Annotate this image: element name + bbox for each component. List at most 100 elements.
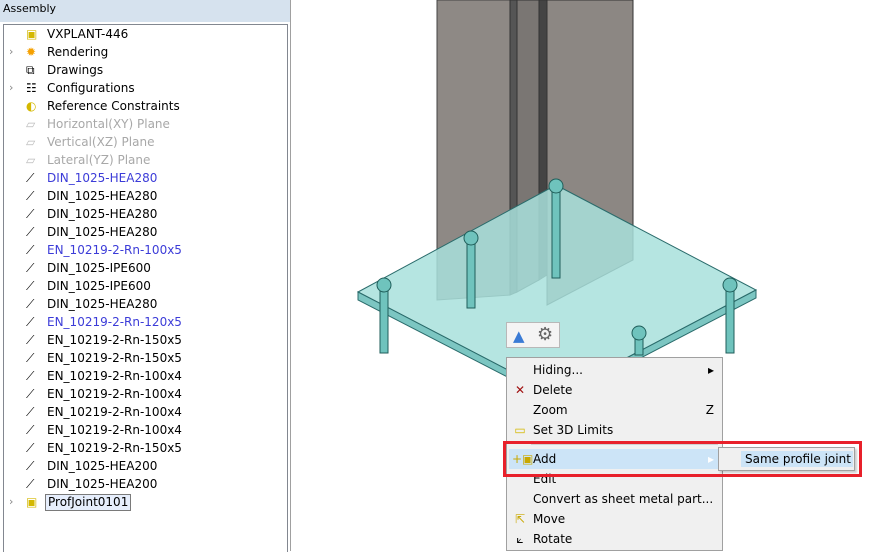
tree-item[interactable]: ▱ Lateral(YZ) Plane [4,151,284,169]
tree-item-label: DIN_1025-HEA200 [47,477,158,491]
assembly-icon: ▣ [26,27,38,41]
tree-item[interactable]: ▱ Vertical(XZ) Plane [4,133,284,151]
profile-icon: ⟋ [26,207,35,221]
drawings-icon: ⧉ [26,63,35,77]
menu-item-set-3d-limits[interactable]: ▭ Set 3D Limits [509,420,720,440]
tree-item[interactable]: ⟋ EN_10219-2-Rn-120x5 [4,313,284,331]
tree-item-label: Drawings [47,63,104,77]
tree-item-label: Reference Constraints [47,99,180,113]
tree-item[interactable]: ⟋ EN_10219-2-Rn-100x5 [4,241,284,259]
tree-item[interactable]: ⟋ EN_10219-2-Rn-150x5 [4,439,284,457]
tree-item-label: DIN_1025-HEA280 [47,297,158,311]
profile-icon: ⟋ [26,297,35,311]
tree-item-label: DIN_1025-IPE600 [47,261,151,275]
profile-icon: ⟋ [26,369,35,383]
limits-icon: ▭ [514,423,526,437]
tree-item-label: Vertical(XZ) Plane [47,135,155,149]
tree-item[interactable]: ⟋ EN_10219-2-Rn-100x4 [4,367,284,385]
tree-item[interactable]: ⟋ EN_10219-2-Rn-100x4 [4,403,284,421]
triangle-icon[interactable]: ▲ [513,327,525,345]
shortcut-key: Z [705,403,714,417]
profile-icon: ⟋ [26,189,35,203]
tree-item[interactable]: ▣ VXPLANT-446 [4,25,284,43]
panel-title: Assembly [0,0,290,22]
tree-item-label: EN_10219-2-Rn-100x4 [47,369,182,383]
menu-item-zoom[interactable]: Zoom Z [509,400,720,420]
menu-item-label: Add [533,452,557,466]
add-submenu: Same profile joint [718,447,855,471]
profile-icon: ⟋ [26,477,35,491]
profile-icon: ⟋ [26,315,35,329]
tree-item-label: DIN_1025-HEA280 [47,225,158,239]
tree-item[interactable]: ⟋ DIN_1025-HEA200 [4,475,284,493]
tree-item[interactable]: ⟋ EN_10219-2-Rn-150x5 [4,331,284,349]
profile-icon: ⟋ [26,261,35,275]
assembly-icon: ▣ [26,495,38,509]
profile-icon: ⟋ [26,387,35,401]
tree-item[interactable]: ⟋ DIN_1025-HEA280 [4,223,284,241]
menu-separator [531,444,718,445]
menu-item-label: Delete [533,383,573,397]
tree-item-label: EN_10219-2-Rn-150x5 [47,333,182,347]
tree-item[interactable]: ◐ Reference Constraints [4,97,284,115]
tree-item-label: EN_10219-2-Rn-150x5 [47,441,182,455]
menu-item-label: Rotate [533,532,573,546]
menu-item-same-profile-joint[interactable]: Same profile joint [741,451,853,467]
configurations-icon: ☷ [26,81,37,95]
assembly-panel: Assembly ▣ VXPLANT-446 › ✹ Rendering ⧉ Drawing… [0,0,291,552]
gear-icon[interactable]: ⚙ [537,324,553,345]
menu-item-delete[interactable]: ✕ Delete [509,380,720,400]
tree-item[interactable]: ⟋ DIN_1025-HEA280 [4,187,284,205]
menu-item-edit[interactable]: Edit [509,469,720,489]
tree-item[interactable]: ⟋ DIN_1025-IPE600 [4,277,284,295]
menu-item-add[interactable]: +▣ Add ▸ [509,449,720,469]
tree-item-label: DIN_1025-IPE600 [47,279,151,293]
context-menu: Hiding... ▸ ✕ Delete Zoom Z ▭ Set 3D Limits +▣ Ad… [506,357,723,551]
plane-icon: ▱ [26,117,36,131]
assembly-tree[interactable]: ▣ VXPLANT-446 › ✹ Rendering ⧉ Drawings › ☷ Config… [3,24,288,552]
profile-icon: ⟋ [26,171,35,185]
tree-item-label: EN_10219-2-Rn-150x5 [47,351,182,365]
submenu-arrow-icon: ▸ [707,452,714,466]
tree-item[interactable]: ⟋ EN_10219-2-Rn-100x4 [4,385,284,403]
profile-icon: ⟋ [26,405,35,419]
rotate-icon: ⟀ [516,532,524,546]
expand-chevron-icon[interactable]: › [9,43,13,61]
delete-icon: ✕ [514,383,526,397]
move-icon: ⇱ [514,512,526,526]
tree-item-label: VXPLANT-446 [47,27,129,41]
plane-icon: ▱ [26,135,36,149]
menu-item-label: Edit [533,472,557,486]
tree-item[interactable]: ⟋ DIN_1025-HEA280 [4,295,284,313]
tree-item[interactable]: ⟋ DIN_1025-IPE600 [4,259,284,277]
tree-item-label: DIN_1025-HEA200 [47,459,158,473]
constraint-icon: ◐ [26,99,37,113]
menu-item-label: Hiding... [533,363,583,377]
tree-item[interactable]: ⧉ Drawings [4,61,284,79]
tree-item-label: DIN_1025-HEA280 [47,189,158,203]
menu-item-move[interactable]: ⇱ Move [509,509,720,529]
menu-item-hiding[interactable]: Hiding... ▸ [509,360,720,380]
tree-item[interactable]: ⟋ DIN_1025-HEA280 [4,169,284,187]
sun-icon: ✹ [26,45,37,59]
menu-item-label: Zoom [533,403,568,417]
tree-item[interactable]: › ✹ Rendering [4,43,284,61]
tree-item[interactable]: ⟋ EN_10219-2-Rn-100x4 [4,421,284,439]
tree-item[interactable]: ▱ Horizontal(XY) Plane [4,115,284,133]
tree-item[interactable]: › ▣ ProfJoint0101 [4,493,284,511]
tree-item[interactable]: › ☷ Configurations [4,79,284,97]
menu-item-rotate[interactable]: ⟀ Rotate [509,529,720,549]
tree-item[interactable]: ⟋ DIN_1025-HEA280 [4,205,284,223]
tree-item[interactable]: ⟋ EN_10219-2-Rn-150x5 [4,349,284,367]
menu-item-label: Move [533,512,566,526]
expand-chevron-icon[interactable]: › [9,493,13,511]
profile-icon: ⟋ [26,423,35,437]
tree-item-label: EN_10219-2-Rn-120x5 [47,315,182,329]
profile-icon: ⟋ [26,459,35,473]
menu-item-convert-as-sheet-metal-part[interactable]: Convert as sheet metal part... [509,489,720,509]
plane-icon: ▱ [26,153,36,167]
expand-chevron-icon[interactable]: › [9,79,13,97]
tree-item-label: EN_10219-2-Rn-100x5 [47,243,182,257]
tree-item-label: ProfJoint0101 [45,494,132,511]
tree-item[interactable]: ⟋ DIN_1025-HEA200 [4,457,284,475]
